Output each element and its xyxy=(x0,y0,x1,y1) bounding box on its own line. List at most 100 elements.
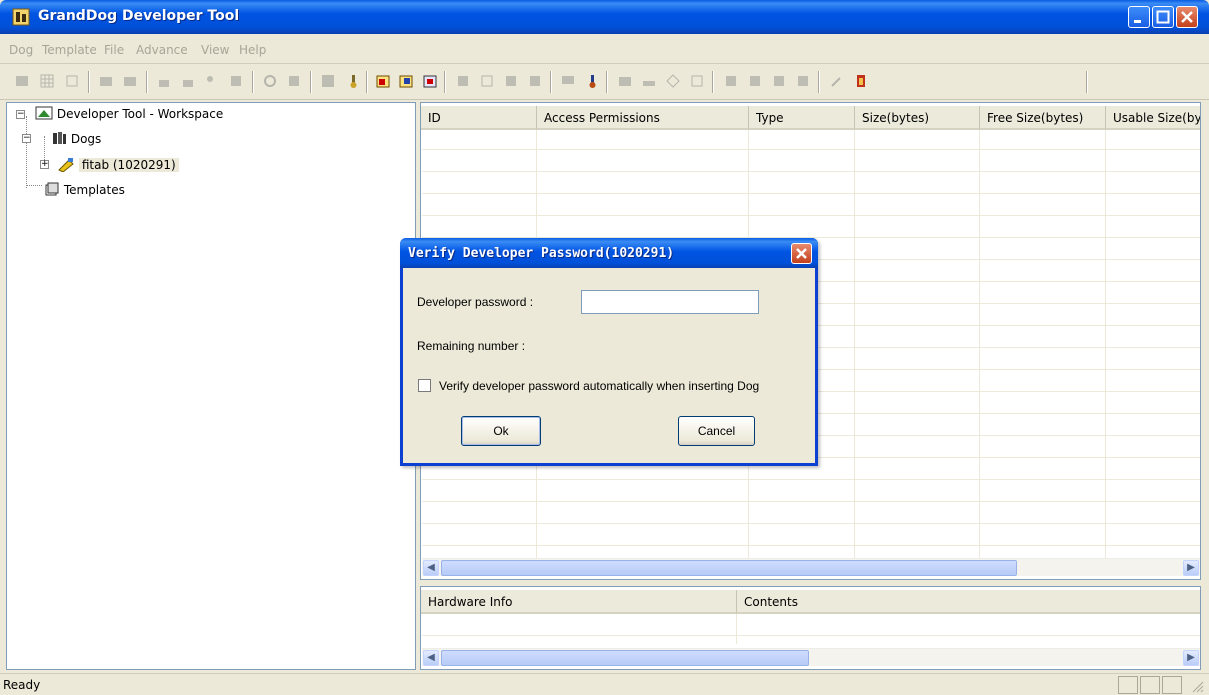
template-new-icon[interactable] xyxy=(375,73,391,89)
dog-key-icon xyxy=(58,158,74,173)
dog-info-icon[interactable] xyxy=(14,73,30,89)
menu-file[interactable]: File xyxy=(104,43,124,57)
template-edit-icon[interactable] xyxy=(455,73,471,89)
list-horizontal-scrollbar[interactable]: ◀ ▶ xyxy=(422,558,1200,576)
tree-node-workspace[interactable]: Developer Tool - Workspace xyxy=(35,105,223,123)
dialog-close-button[interactable] xyxy=(791,243,812,264)
tree-node-templates[interactable]: Templates xyxy=(44,181,125,199)
read-icon[interactable] xyxy=(98,73,114,89)
template-apply-icon[interactable] xyxy=(527,73,543,89)
scroll-right-arrow-icon[interactable]: ▶ xyxy=(1183,650,1199,666)
template-module-icon[interactable] xyxy=(503,73,519,89)
toolbar-separator xyxy=(252,71,254,93)
column-header-id[interactable]: ID xyxy=(421,106,537,130)
window-title-bar[interactable]: GrandDog Developer Tool xyxy=(0,0,1209,34)
report-icon[interactable] xyxy=(723,73,739,89)
tree-node-dog-fitab[interactable]: fitab (1020291) xyxy=(57,156,179,174)
format-icon[interactable] xyxy=(64,73,80,89)
tools-icon[interactable] xyxy=(829,73,845,89)
export-icon[interactable] xyxy=(286,73,302,89)
dialog-title-bar[interactable]: Verify Developer Password(1020291) xyxy=(400,238,818,268)
column-header-usable-size[interactable]: Usable Size(by xyxy=(1106,106,1200,130)
hardware-info-list[interactable]: Hardware Info Contents ◀ ▶ xyxy=(420,586,1201,670)
verify-password-dialog: Verify Developer Password(1020291) Devel… xyxy=(400,238,818,466)
scroll-left-arrow-icon[interactable]: ◀ xyxy=(423,560,439,576)
close-button[interactable] xyxy=(1176,6,1198,28)
refresh-icon[interactable] xyxy=(262,73,278,89)
status-text: Ready xyxy=(3,678,41,692)
cancel-button[interactable]: Cancel xyxy=(678,416,755,446)
toolbar-separator xyxy=(1086,71,1088,93)
toolbar-separator xyxy=(366,71,368,93)
module-icon[interactable] xyxy=(320,73,336,89)
column-header-contents[interactable]: Contents xyxy=(737,590,1200,614)
dogs-icon xyxy=(53,132,66,144)
toolbar-separator xyxy=(818,71,820,93)
ok-button[interactable]: Ok xyxy=(461,416,541,446)
app-icon xyxy=(12,8,30,26)
grid-line xyxy=(422,523,1200,524)
template-save-icon[interactable] xyxy=(422,73,438,89)
frame-icon[interactable] xyxy=(689,73,705,89)
hardware-horizontal-scrollbar[interactable]: ◀ ▶ xyxy=(422,648,1200,666)
scroll-thumb[interactable] xyxy=(441,560,1017,576)
tray-icon[interactable] xyxy=(641,73,657,89)
menu-template[interactable]: Template xyxy=(42,43,97,57)
menu-help[interactable]: Help xyxy=(239,43,266,57)
grid-line xyxy=(422,479,1200,480)
status-panel xyxy=(1162,676,1182,694)
tree-expand-toggle[interactable]: + xyxy=(40,160,49,169)
grid-line xyxy=(854,130,855,560)
menu-dog[interactable]: Dog xyxy=(9,43,33,57)
exit-icon[interactable] xyxy=(853,73,869,89)
tree-collapse-toggle[interactable]: − xyxy=(22,134,31,143)
scroll-thumb[interactable] xyxy=(441,650,809,666)
column-header-access-permissions[interactable]: Access Permissions xyxy=(537,106,749,130)
toolbar-separator xyxy=(550,71,552,93)
column-header-free-size[interactable]: Free Size(bytes) xyxy=(980,106,1106,130)
workspace-tree[interactable]: − Developer Tool - Workspace − Dogs + fi… xyxy=(6,102,416,670)
close-icon xyxy=(1181,11,1193,23)
toolbar xyxy=(0,64,1209,100)
scroll-right-arrow-icon[interactable]: ▶ xyxy=(1183,560,1199,576)
workspace-icon xyxy=(35,106,53,120)
diamond-icon[interactable] xyxy=(665,73,681,89)
grid-line xyxy=(422,149,1200,150)
dog-icon[interactable] xyxy=(228,73,244,89)
resize-grip-icon[interactable] xyxy=(1190,679,1204,693)
template-open-icon[interactable] xyxy=(398,73,414,89)
minimize-button[interactable] xyxy=(1128,6,1150,28)
grid-line xyxy=(422,501,1200,502)
folder-icon[interactable] xyxy=(617,73,633,89)
menu-view[interactable]: View xyxy=(201,43,229,57)
tree-collapse-toggle[interactable]: − xyxy=(16,110,25,119)
grid-line xyxy=(422,635,1200,636)
lock-icon[interactable] xyxy=(156,73,172,89)
computer-icon[interactable] xyxy=(560,73,576,89)
column-header-size[interactable]: Size(bytes) xyxy=(855,106,980,130)
toolbar-separator xyxy=(712,71,714,93)
grid-line xyxy=(422,171,1200,172)
key-icon[interactable] xyxy=(204,73,220,89)
template-list-icon[interactable] xyxy=(479,73,495,89)
close-icon xyxy=(796,248,807,259)
report-2-icon[interactable] xyxy=(747,73,763,89)
maximize-icon xyxy=(1156,10,1170,24)
report-3-icon[interactable] xyxy=(771,73,787,89)
menu-advance[interactable]: Advance xyxy=(136,43,188,57)
scroll-left-arrow-icon[interactable]: ◀ xyxy=(423,650,439,666)
column-header-hardware-info[interactable]: Hardware Info xyxy=(421,590,737,614)
report-4-icon[interactable] xyxy=(795,73,811,89)
grid-icon[interactable] xyxy=(39,73,55,89)
probe-icon[interactable] xyxy=(584,73,600,89)
column-header-type[interactable]: Type xyxy=(749,106,855,130)
auto-verify-checkbox[interactable] xyxy=(418,379,431,392)
maximize-button[interactable] xyxy=(1152,6,1174,28)
tree-node-dogs[interactable]: Dogs xyxy=(51,130,101,148)
menu-bar: Dog Template File Advance View Help xyxy=(0,34,1209,64)
tree-node-label: Developer Tool - Workspace xyxy=(56,107,224,121)
thermometer-icon[interactable] xyxy=(345,73,361,89)
write-icon[interactable] xyxy=(122,73,138,89)
unlock-icon[interactable] xyxy=(180,73,196,89)
developer-password-input[interactable] xyxy=(581,290,759,314)
